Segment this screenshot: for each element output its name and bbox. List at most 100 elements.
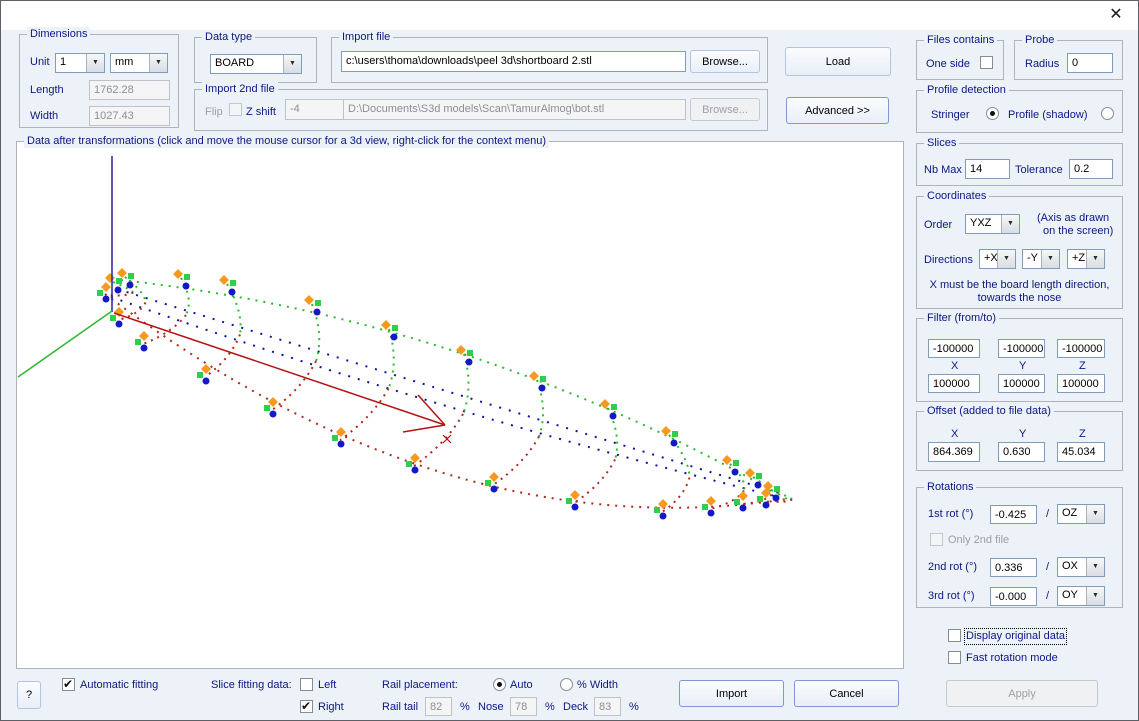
dir-z-select[interactable]: +Z▼	[1067, 249, 1105, 269]
dir-x-select[interactable]: +X▼	[979, 249, 1016, 269]
axis-note-line1: (Axis as drawn	[1037, 212, 1109, 225]
filter-y-from-field[interactable]: -100000	[998, 339, 1045, 358]
rot1-axis-select[interactable]: OZ▼	[1057, 504, 1105, 524]
profile-shadow-label: Profile (shadow)	[1008, 109, 1087, 122]
rot3-field[interactable]: -0.000	[990, 587, 1037, 606]
coordinates-title: Coordinates	[924, 189, 989, 203]
flip-checkbox	[229, 103, 242, 116]
offset-x-field[interactable]: 864.369	[928, 442, 980, 462]
only-2nd-checkbox	[930, 533, 943, 546]
import-file-group: Import file c:\users\thoma\downloads\pee…	[331, 37, 768, 83]
deck-field: 83	[594, 697, 621, 716]
rot2-field[interactable]: 0.336	[990, 558, 1037, 577]
filter-x-to-field[interactable]: 100000	[928, 374, 980, 393]
auto-radio[interactable]	[493, 678, 506, 691]
unit-system-select[interactable]: mm▼	[110, 53, 168, 73]
deck-pct-label: %	[629, 701, 639, 714]
load-button[interactable]: Load	[785, 47, 891, 76]
zshift-field: -4	[285, 99, 346, 120]
close-icon[interactable]: ✕	[1106, 5, 1126, 25]
chevron-down-icon[interactable]: ▼	[1086, 250, 1104, 268]
dir-y-select[interactable]: -Y▼	[1022, 249, 1060, 269]
right-label: Right	[318, 701, 344, 714]
advanced-button[interactable]: Advanced >>	[786, 97, 889, 124]
filter-x-from-field[interactable]: -100000	[928, 339, 980, 358]
profile-shadow-radio[interactable]	[1101, 107, 1114, 120]
filter-group: Filter (from/to) -100000 -100000 -100000…	[916, 318, 1123, 402]
profile-detection-title: Profile detection	[924, 83, 1009, 97]
rot1-label: 1st rot (°)	[928, 508, 973, 521]
apply-button: Apply	[946, 680, 1098, 707]
data-type-title: Data type	[202, 30, 255, 44]
filter-title: Filter (from/to)	[924, 311, 999, 325]
length-label: Length	[30, 84, 64, 97]
chevron-down-icon[interactable]: ▼	[86, 54, 104, 72]
3d-view-canvas[interactable]	[17, 142, 903, 668]
files-contains-group: Files contains One side	[916, 40, 1004, 80]
order-select[interactable]: YXZ▼	[965, 214, 1020, 234]
offset-z-field[interactable]: 45.034	[1057, 442, 1105, 462]
chevron-down-icon[interactable]: ▼	[1086, 558, 1104, 576]
chevron-down-icon[interactable]: ▼	[1001, 215, 1019, 233]
radius-field[interactable]: 0	[1067, 53, 1113, 73]
data-view-group: Data after transformations (click and mo…	[16, 141, 904, 669]
import-file-title: Import file	[339, 30, 393, 44]
chevron-down-icon[interactable]: ▼	[1086, 587, 1104, 605]
rail-tail-field: 82	[425, 697, 452, 716]
import-file-path-input[interactable]: c:\users\thoma\downloads\peel 3d\shortbo…	[341, 51, 686, 72]
radius-label: Radius	[1025, 58, 1059, 71]
rail-placement-label: Rail placement:	[382, 679, 458, 692]
rot3-axis-select[interactable]: OY▼	[1057, 586, 1105, 606]
display-original-label[interactable]: Display original data	[966, 630, 1065, 643]
left-checkbox[interactable]	[300, 678, 313, 691]
stringer-radio[interactable]	[986, 107, 999, 120]
help-button[interactable]: ?	[17, 681, 41, 709]
tolerance-label: Tolerance	[1015, 164, 1063, 177]
offset-z-label: Z	[1079, 428, 1086, 441]
files-contains-title: Files contains	[924, 33, 997, 47]
browse-2nd-button: Browse...	[690, 98, 760, 121]
coords-note-line1: X must be the board length direction,	[917, 279, 1122, 292]
display-original-checkbox[interactable]	[948, 629, 961, 642]
data-type-select[interactable]: BOARD▼	[210, 54, 302, 74]
offset-y-field[interactable]: 0.630	[998, 442, 1045, 462]
rot1-slash: /	[1046, 508, 1049, 521]
fast-rotation-checkbox[interactable]	[948, 651, 961, 664]
filter-z-to-field[interactable]: 100000	[1057, 374, 1105, 393]
filter-z-from-field[interactable]: -100000	[1057, 339, 1105, 358]
chevron-down-icon[interactable]: ▼	[1041, 250, 1059, 268]
tolerance-field[interactable]: 0.2	[1069, 159, 1113, 179]
fast-rotation-label: Fast rotation mode	[966, 652, 1058, 665]
titlebar: ✕	[1, 1, 1138, 30]
pct-width-radio[interactable]	[560, 678, 573, 691]
offset-title: Offset (added to file data)	[924, 404, 1054, 418]
unit-scale-select[interactable]: 1▼	[55, 53, 105, 73]
browse-button[interactable]: Browse...	[690, 50, 760, 73]
automatic-fitting-checkbox[interactable]	[62, 678, 75, 691]
only-2nd-label: Only 2nd file	[948, 534, 1009, 547]
chevron-down-icon[interactable]: ▼	[283, 55, 301, 73]
cancel-button[interactable]: Cancel	[794, 680, 899, 707]
coordinates-group: Coordinates Order YXZ▼ (Axis as drawn on…	[916, 196, 1123, 309]
deck-label: Deck	[563, 701, 588, 714]
nb-max-label: Nb Max	[924, 164, 962, 177]
chevron-down-icon[interactable]: ▼	[1086, 505, 1104, 523]
rot2-axis-select[interactable]: OX▼	[1057, 557, 1105, 577]
profile-detection-group: Profile detection Stringer Profile (shad…	[916, 90, 1123, 133]
rot1-field[interactable]: -0.425	[990, 505, 1037, 524]
probe-group: Probe Radius 0	[1014, 40, 1123, 80]
dimensions-group: Dimensions Unit 1▼ mm▼ Length 1762.28 Wi…	[19, 34, 179, 128]
filter-y-to-field[interactable]: 100000	[998, 374, 1045, 393]
stringer-label: Stringer	[931, 109, 970, 122]
nb-max-field[interactable]: 14	[965, 159, 1010, 179]
slices-group: Slices Nb Max 14 Tolerance 0.2	[916, 143, 1123, 186]
import-button[interactable]: Import	[679, 680, 784, 707]
import-2nd-title: Import 2nd file	[202, 82, 278, 96]
chevron-down-icon[interactable]: ▼	[149, 54, 167, 72]
axis-note-line2: on the screen)	[1043, 225, 1113, 238]
one-side-checkbox[interactable]	[980, 56, 993, 69]
chevron-down-icon[interactable]: ▼	[997, 250, 1015, 268]
right-checkbox[interactable]	[300, 700, 313, 713]
rotations-group: Rotations 1st rot (°) -0.425 / OZ▼ Only …	[916, 487, 1123, 608]
slices-title: Slices	[924, 136, 959, 150]
